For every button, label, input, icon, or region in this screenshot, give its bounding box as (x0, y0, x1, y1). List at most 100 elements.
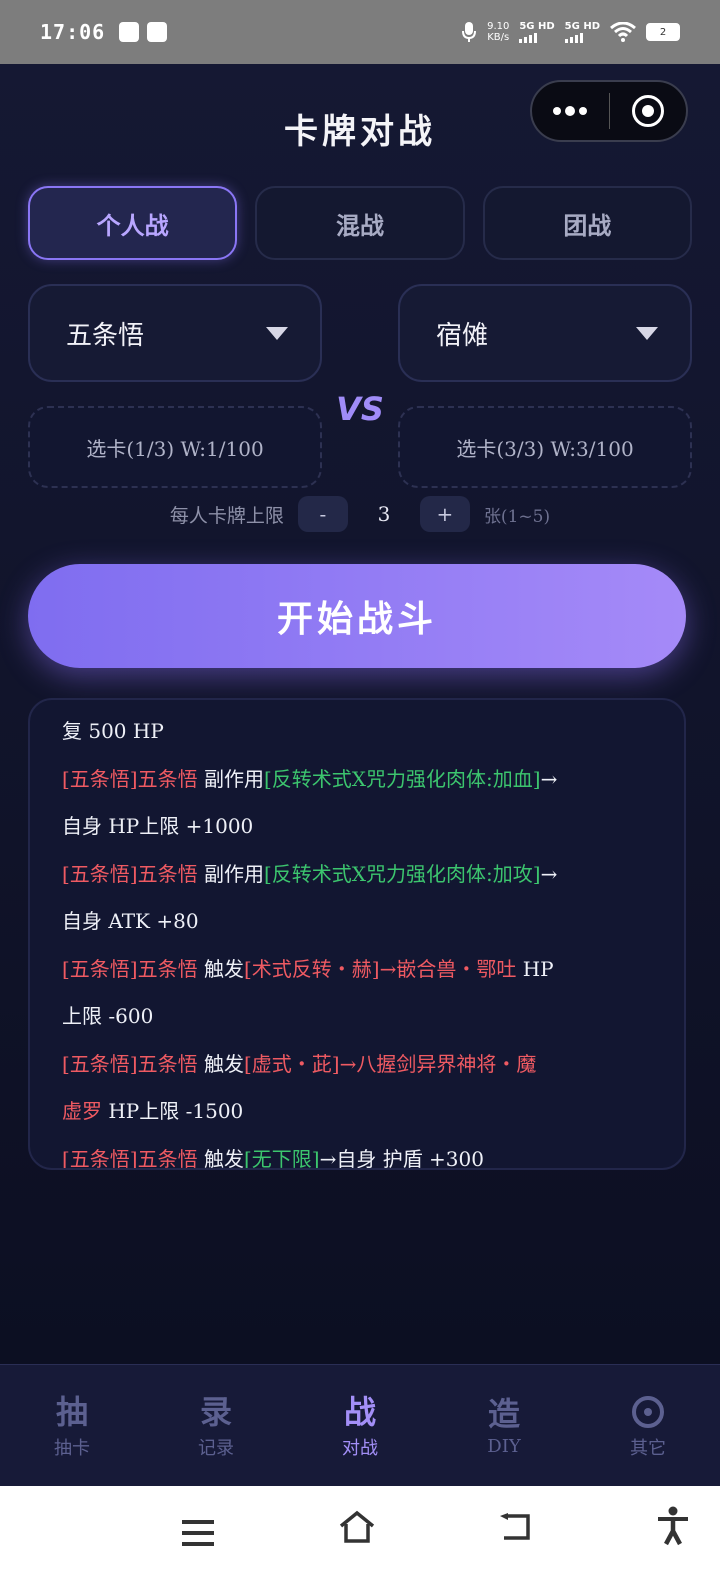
card-pickers: 选卡(1/3) W:1/100 选卡(3/3) W:3/100 (28, 406, 692, 488)
nav-label: 对战 (342, 1437, 378, 1459)
log-line: 上限 -600 (62, 993, 656, 1041)
log-line: 虚罗 HP上限 -1500 (62, 1088, 656, 1136)
signal-1-label: 5G HD (519, 21, 555, 32)
status-notification-icons (119, 22, 168, 42)
log-arrow: → (540, 766, 558, 791)
nav-label: 抽卡 (54, 1437, 90, 1459)
back-icon[interactable] (498, 1512, 532, 1542)
net-speed-unit: KB/s (487, 32, 510, 43)
log-target: →八握剑异界神将・魔 (339, 1051, 537, 1076)
card-limit-row: 每人卡牌上限 - 3 + 张(1~5) (0, 496, 720, 532)
log-line: [五条悟]五条悟 副作用[反转术式X咒力强化肉体:加攻]→ (62, 851, 656, 899)
microphone-icon (462, 22, 477, 42)
log-action: 副作用 (197, 861, 264, 886)
caret-down-icon (636, 326, 658, 340)
nav-label: 其它 (630, 1437, 666, 1459)
limit-increment-button[interactable]: + (419, 496, 470, 532)
draw-icon: 抽 (55, 1392, 88, 1431)
log-line: 自身 HP上限 +1000 (62, 803, 656, 851)
nav-item-records[interactable]: 录 记录 (144, 1365, 288, 1486)
signal-bars-icon (564, 33, 583, 43)
system-nav-bar (0, 1486, 720, 1584)
log-action: 触发 (197, 1146, 244, 1170)
wifi-icon (610, 22, 636, 42)
log-skill: [反转术式X咒力强化肉体:加血] (263, 766, 541, 791)
log-skill: [反转术式X咒力强化肉体:加攻] (263, 861, 541, 886)
character-selects: 五条悟 宿傩 (28, 284, 692, 382)
status-bar: 17:06 9.10 KB/s 5G HD 5G HD 2 (0, 0, 720, 64)
net-speed-value: 9.10 (487, 21, 510, 32)
status-time: 17:06 (40, 20, 106, 44)
card-limit-label: 每人卡牌上限 (169, 504, 284, 527)
log-text: 自身 HP上限 +1000 (62, 814, 254, 838)
nav-label: DIY (487, 1436, 521, 1457)
log-line: 复 500 HP (62, 708, 656, 756)
signal-1: 5G HD (519, 21, 555, 43)
log-target: →嵌合兽・鄂吐 (379, 956, 517, 981)
signal-bars-icon (519, 33, 538, 43)
log-text: 上限 -600 (62, 1004, 154, 1028)
battle-icon: 战 (343, 1392, 376, 1431)
limit-unit: 张(1~5) (483, 506, 551, 527)
nav-item-diy[interactable]: 造 DIY (432, 1365, 576, 1486)
battery-level: 2 (659, 26, 667, 38)
signal-2-label: 5G HD (564, 21, 600, 32)
log-skill: [无下限] (243, 1146, 320, 1170)
app-container: 卡牌对战 个人战 混战 团战 五条悟 宿傩 VS 选卡(1/3) W:1/100… (0, 64, 720, 1364)
log-actor: [五条悟]五条悟 (62, 861, 198, 886)
nav-label: 记录 (198, 1437, 234, 1459)
log-action: 副作用 (197, 766, 264, 791)
left-character-value: 五条悟 (66, 320, 145, 351)
log-line: [五条悟]五条悟 触发[术式反转・赫]→嵌合兽・鄂吐 HP (62, 946, 656, 994)
mode-tabs: 个人战 混战 团战 (28, 186, 692, 260)
home-icon[interactable] (338, 1510, 376, 1544)
status-right: 9.10 KB/s 5G HD 5G HD 2 (461, 21, 680, 43)
start-battle-button[interactable]: 开始战斗 (28, 564, 686, 668)
log-line: [五条悟]五条悟 触发[虚式・茈]→八握剑异界神将・魔 (62, 1041, 656, 1089)
battery-icon: 2 (646, 23, 680, 41)
accessibility-icon[interactable] (656, 1506, 690, 1546)
log-result: →自身 护盾 +300 (319, 1146, 484, 1170)
battle-log[interactable]: 复 500 HP [五条悟]五条悟 副作用[反转术式X咒力强化肉体:加血]→ 自… (28, 698, 686, 1170)
right-card-picker[interactable]: 选卡(3/3) W:3/100 (398, 406, 692, 488)
right-character-value: 宿傩 (436, 320, 489, 351)
log-actor: [五条悟]五条悟 (62, 1051, 198, 1076)
calendar-icon (147, 22, 168, 42)
log-stat: HP (516, 956, 554, 981)
nav-item-battle[interactable]: 战 对战 (288, 1365, 432, 1486)
log-actor: [五条悟]五条悟 (62, 956, 198, 981)
log-action: 触发 (197, 1051, 244, 1076)
log-skill: [虚式・茈] (243, 1051, 340, 1076)
menu-icon[interactable] (182, 1520, 214, 1546)
log-line: [五条悟]五条悟 副作用[反转术式X咒力强化肉体:加血]→ (62, 756, 656, 804)
more-menu-button[interactable] (532, 82, 609, 140)
net-speed: 9.10 KB/s (487, 21, 509, 43)
tab-solo[interactable]: 个人战 (28, 186, 238, 260)
right-character-select[interactable]: 宿傩 (398, 284, 692, 382)
log-text: 自身 ATK +80 (62, 909, 199, 933)
target-icon (631, 95, 664, 127)
log-text: 复 500 HP (62, 719, 164, 743)
log-line: [五条悟]五条悟 触发[无下限]→自身 护盾 +300 (62, 1136, 656, 1170)
log-arrow: → (540, 861, 558, 886)
left-character-select[interactable]: 五条悟 (28, 284, 322, 382)
close-miniprogram-button[interactable] (610, 82, 687, 140)
limit-value: 3 (377, 502, 391, 526)
log-action: 触发 (197, 956, 244, 981)
nav-item-other[interactable]: 其它 (576, 1365, 720, 1486)
log-actor: [五条悟]五条悟 (62, 1146, 198, 1170)
miniprogram-capsule (530, 80, 688, 142)
log-skill: [术式反转・赫] (243, 956, 380, 981)
left-card-picker[interactable]: 选卡(1/3) W:1/100 (28, 406, 322, 488)
limit-decrement-button[interactable]: - (297, 496, 348, 532)
tab-melee[interactable]: 混战 (255, 186, 465, 260)
app-notification-icon (119, 22, 140, 42)
records-icon: 录 (199, 1392, 232, 1431)
nav-item-draw[interactable]: 抽 抽卡 (0, 1365, 144, 1486)
signal-2: 5G HD (564, 21, 600, 43)
log-target: 虚罗 (62, 1099, 102, 1123)
log-actor: [五条悟]五条悟 (62, 766, 198, 791)
diy-icon: 造 (487, 1395, 520, 1433)
log-stat: HP上限 -1500 (102, 1099, 244, 1123)
tab-team[interactable]: 团战 (482, 186, 692, 260)
